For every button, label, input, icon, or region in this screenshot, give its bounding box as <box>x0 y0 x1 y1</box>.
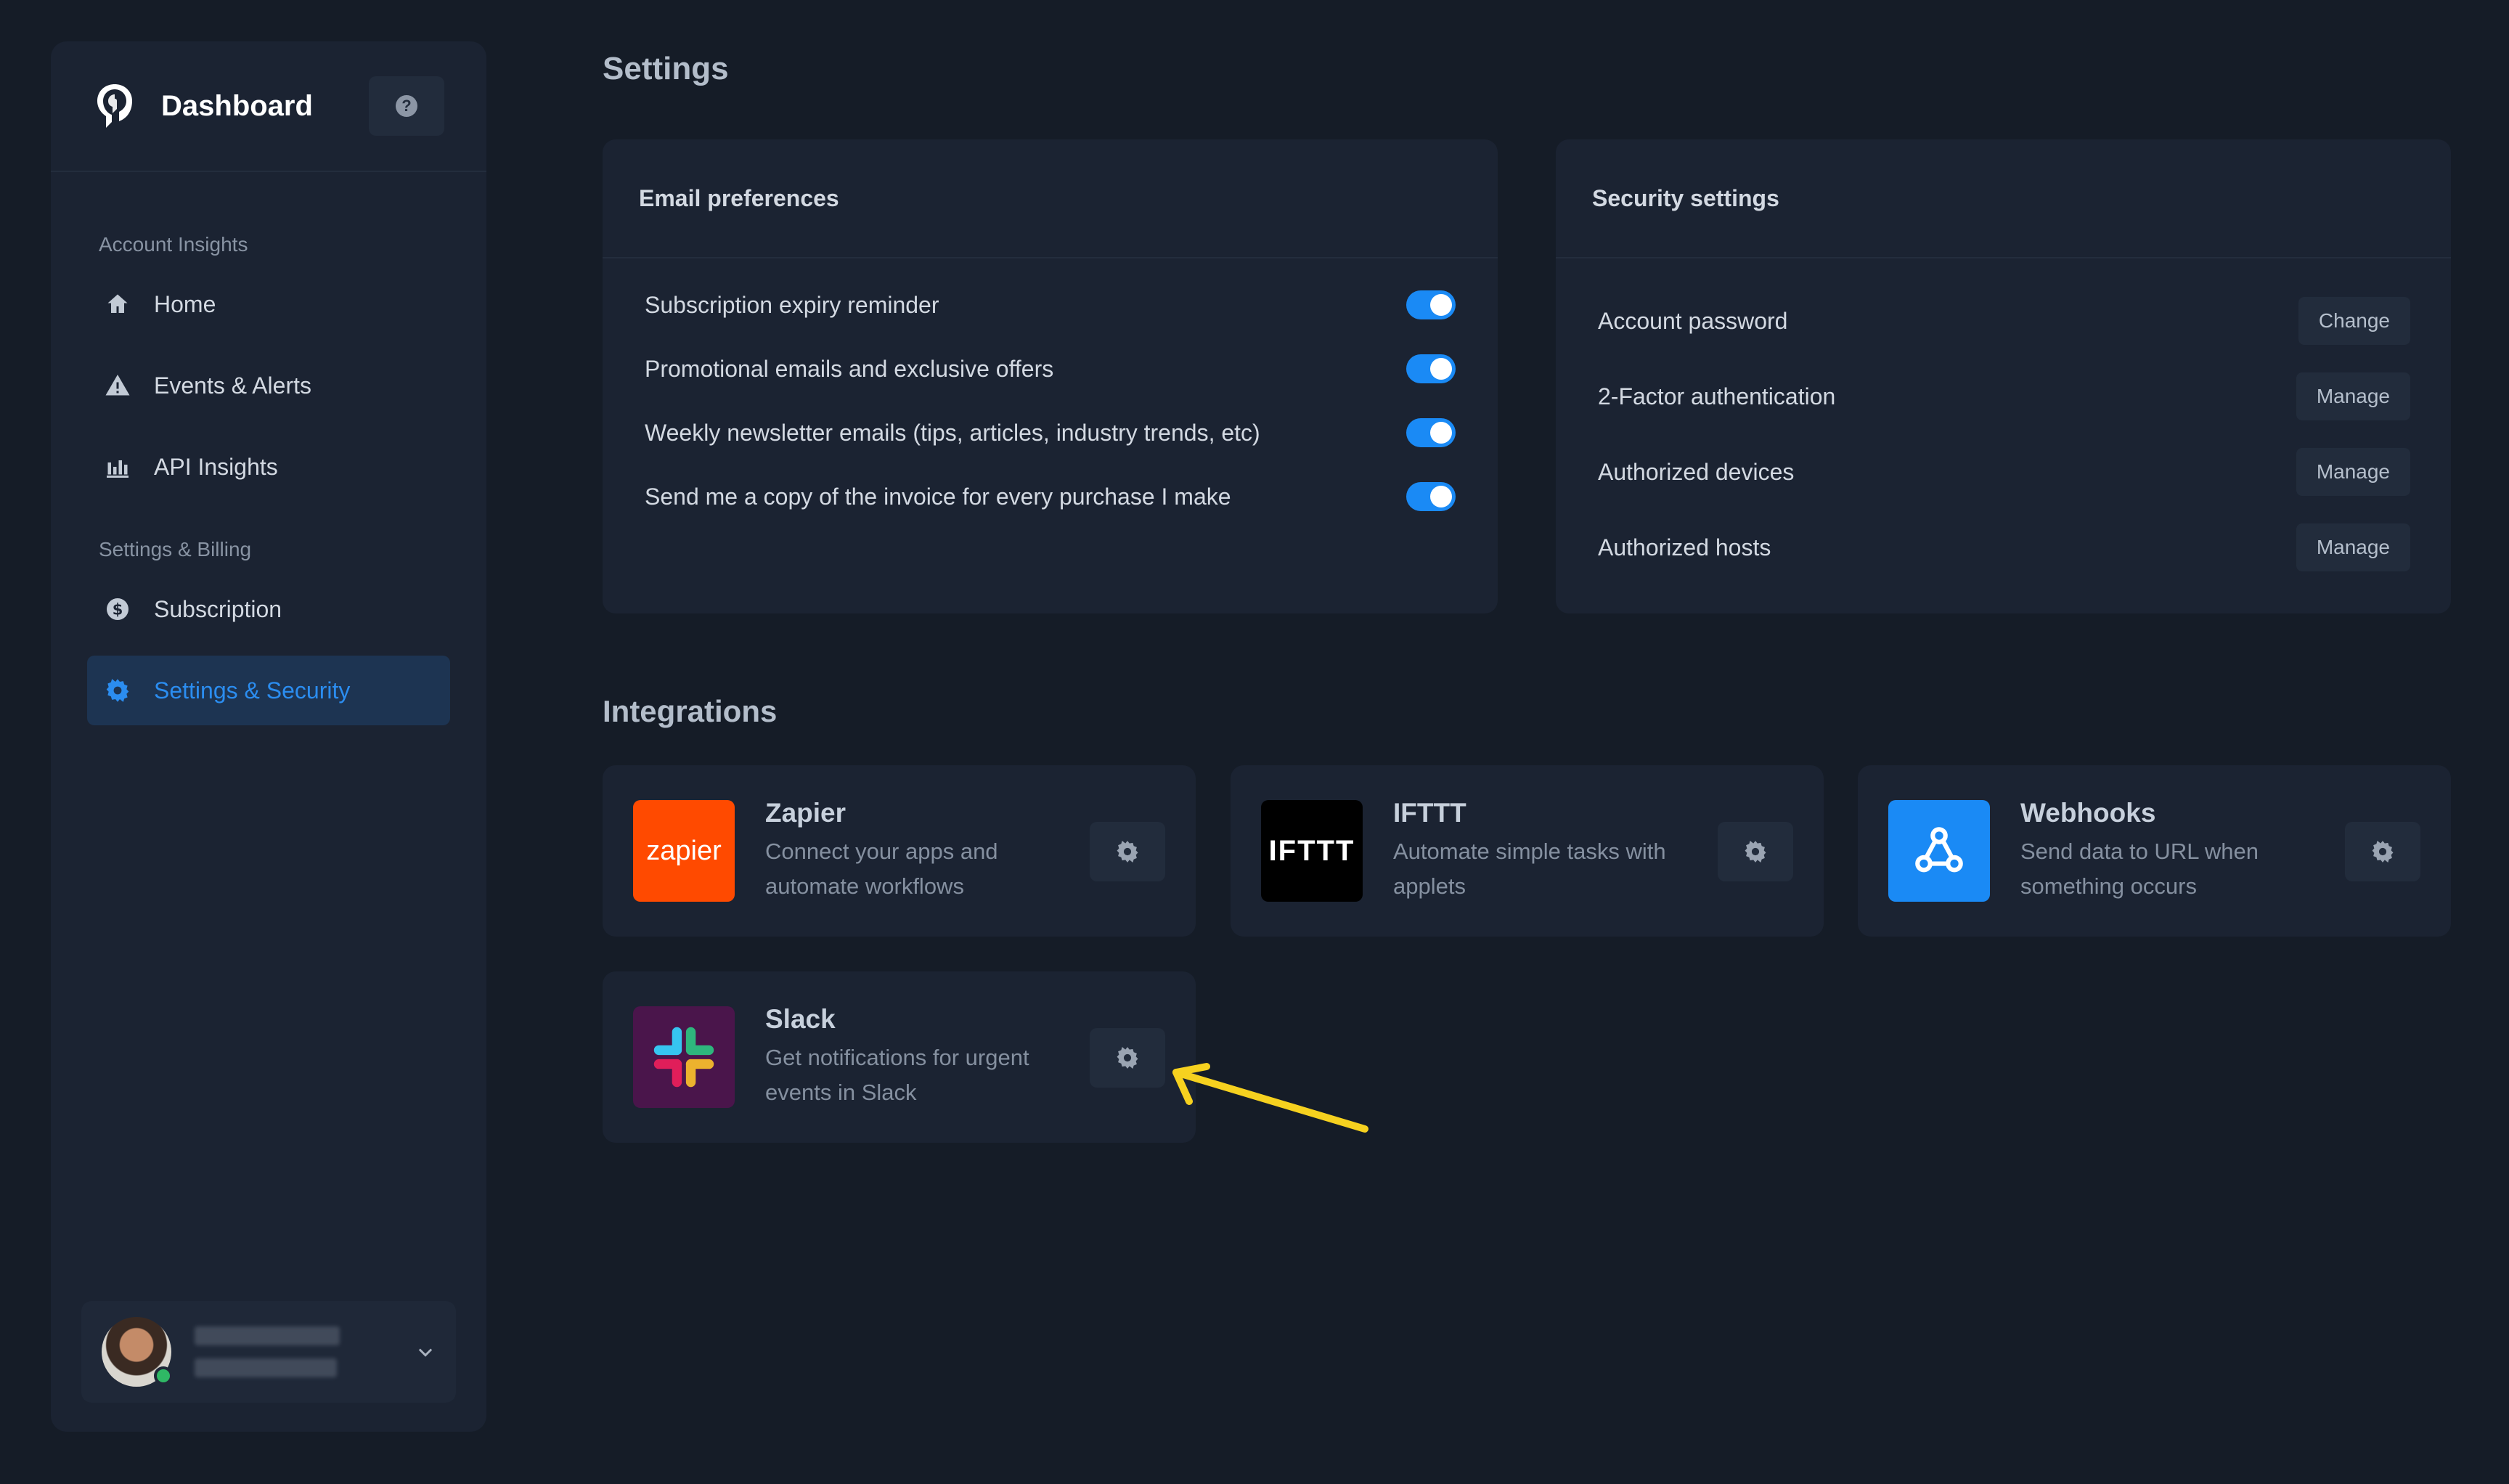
warning-icon <box>105 375 130 396</box>
sidebar-item-settings-security[interactable]: Settings & Security <box>87 656 450 725</box>
dollar-icon: $ <box>107 598 128 620</box>
gear-icon <box>106 679 129 702</box>
zapier-logo-text: zapier <box>646 835 722 866</box>
pref-label: Subscription expiry reminder <box>645 291 939 318</box>
user-email-redacted <box>195 1358 337 1377</box>
manage-hosts-button[interactable]: Manage <box>2296 523 2410 571</box>
sidebar-item-label: Settings & Security <box>154 677 351 704</box>
sidebar-item-events-alerts[interactable]: Events & Alerts <box>87 351 450 420</box>
pref-label: Promotional emails and exclusive offers <box>645 355 1054 382</box>
pref-label: Send me a copy of the invoice for every … <box>645 483 1231 510</box>
security-row: Account password Change <box>1556 283 2451 359</box>
manage-devices-button[interactable]: Manage <box>2296 448 2410 496</box>
sidebar-header: Dashboard ? <box>51 41 486 172</box>
pref-label: Weekly newsletter emails (tips, articles… <box>645 419 1260 446</box>
pref-row: Weekly newsletter emails (tips, articles… <box>603 401 1498 465</box>
svg-text:$: $ <box>113 601 123 619</box>
slack-settings-button[interactable] <box>1090 1028 1165 1088</box>
webhooks-settings-button[interactable] <box>2345 822 2420 881</box>
sidebar-item-subscription[interactable]: $ Subscription <box>87 574 450 644</box>
integration-name: Zapier <box>765 798 846 828</box>
security-settings-list: Account password Change 2-Factor authent… <box>1556 258 2451 585</box>
sidebar-item-label: Events & Alerts <box>154 372 311 399</box>
integration-text: IFTTT Automate simple tasks with applets <box>1393 798 1676 904</box>
sidebar-item-label: Home <box>154 290 216 317</box>
ifttt-logo-text: IFTTT <box>1268 834 1355 867</box>
bar-chart-icon <box>107 460 128 478</box>
gear-icon <box>1745 840 1766 863</box>
online-status-icon <box>154 1366 173 1385</box>
gear-icon <box>1117 1046 1138 1069</box>
integration-description: Connect your apps and automate workflows <box>765 839 998 899</box>
pref-toggle-expiry-reminder[interactable] <box>1406 290 1456 319</box>
home-icon <box>107 294 128 313</box>
sidebar-item-label: API Insights <box>154 453 278 480</box>
pref-row: Subscription expiry reminder <box>603 273 1498 337</box>
integration-name: Webhooks <box>2020 798 2156 828</box>
sidebar-title: Dashboard <box>161 89 313 122</box>
security-row: Authorized devices Manage <box>1556 434 2451 510</box>
security-label: Authorized hosts <box>1598 534 1771 560</box>
webhook-icon <box>1915 827 1963 873</box>
pref-toggle-weekly-newsletter[interactable] <box>1406 418 1456 447</box>
ifttt-settings-button[interactable] <box>1718 822 1793 881</box>
integration-text: Slack Get notifications for urgent event… <box>765 1004 1048 1110</box>
sidebar-section-account-insights: Account Insights <box>99 233 248 256</box>
pref-toggle-promotional-emails[interactable] <box>1406 354 1456 383</box>
integration-card-zapier: zapier Zapier Connect your apps and auto… <box>603 765 1196 937</box>
gear-icon <box>2372 840 2394 863</box>
security-label: Account password <box>1598 307 1788 334</box>
security-settings-card: Security settings Account password Chang… <box>1556 139 2451 613</box>
integration-description: Get notifications for urgent events in S… <box>765 1045 1029 1105</box>
gear-icon <box>1117 840 1138 863</box>
integration-card-ifttt: IFTTT IFTTT Automate simple tasks with a… <box>1231 765 1824 937</box>
security-label: 2-Factor authentication <box>1598 383 1836 409</box>
sidebar-item-label: Subscription <box>154 595 282 622</box>
zapier-logo-icon: zapier <box>633 800 735 902</box>
slack-icon <box>653 1027 714 1088</box>
pref-row: Promotional emails and exclusive offers <box>603 337 1498 401</box>
security-settings-title: Security settings <box>1556 139 2451 258</box>
email-preferences-list: Subscription expiry reminder Promotional… <box>603 258 1498 529</box>
user-menu[interactable] <box>81 1301 456 1403</box>
security-row: 2-Factor authentication Manage <box>1556 359 2451 434</box>
integration-card-slack: Slack Get notifications for urgent event… <box>603 971 1196 1143</box>
integration-name: IFTTT <box>1393 798 1466 828</box>
integration-card-webhooks: Webhooks Send data to URL when something… <box>1858 765 2451 937</box>
integrations-title: Integrations <box>603 694 778 728</box>
ifttt-logo-icon: IFTTT <box>1261 800 1363 902</box>
user-info-redacted <box>195 1326 415 1377</box>
webhooks-logo-icon <box>1888 800 1990 902</box>
user-name-redacted <box>195 1326 340 1345</box>
avatar <box>102 1317 173 1387</box>
slack-logo-icon <box>633 1006 735 1108</box>
integration-description: Automate simple tasks with applets <box>1393 839 1666 899</box>
email-preferences-title: Email preferences <box>603 139 1498 258</box>
change-password-button[interactable]: Change <box>2298 297 2410 345</box>
chevron-down-icon <box>418 1348 433 1357</box>
sidebar-section-settings-billing: Settings & Billing <box>99 538 252 560</box>
integration-text: Webhooks Send data to URL when something… <box>2020 798 2304 904</box>
integration-name: Slack <box>765 1004 836 1034</box>
integration-text: Zapier Connect your apps and automate wo… <box>765 798 1048 904</box>
email-preferences-card: Email preferences Subscription expiry re… <box>603 139 1498 613</box>
page-title: Settings <box>603 51 729 86</box>
manage-2fa-button[interactable]: Manage <box>2296 372 2410 420</box>
app-logo-icon[interactable] <box>94 83 135 129</box>
help-icon: ? <box>396 95 417 117</box>
pref-row: Send me a copy of the invoice for every … <box>603 465 1498 529</box>
pref-toggle-invoice-copy[interactable] <box>1406 482 1456 511</box>
sidebar-item-home[interactable]: Home <box>87 269 450 339</box>
help-button[interactable]: ? <box>369 76 444 136</box>
integration-description: Send data to URL when something occurs <box>2020 839 2259 899</box>
security-row: Authorized hosts Manage <box>1556 510 2451 585</box>
sidebar: Dashboard ? Account Insights Home Events… <box>51 41 486 1432</box>
sidebar-item-api-insights[interactable]: API Insights <box>87 432 450 502</box>
zapier-settings-button[interactable] <box>1090 822 1165 881</box>
annotation-arrow-icon <box>1172 1063 1368 1133</box>
security-label: Authorized devices <box>1598 458 1795 485</box>
